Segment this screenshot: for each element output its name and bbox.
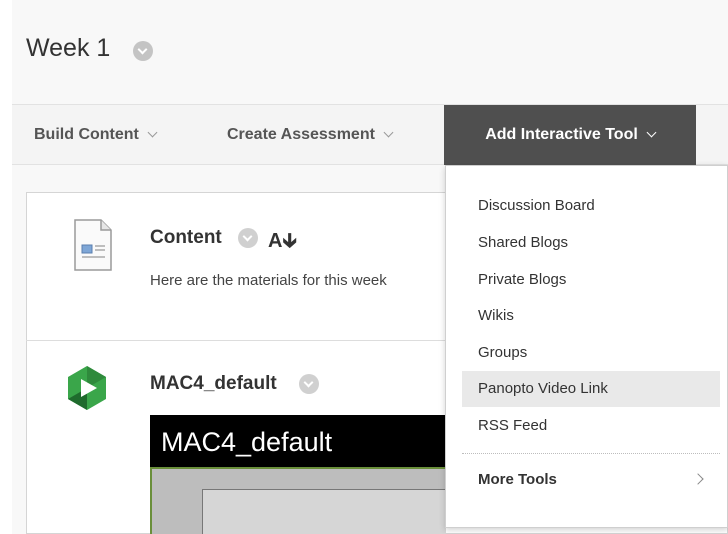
chevron-right-icon — [692, 473, 704, 485]
video-player-area[interactable] — [202, 489, 446, 534]
video-preview[interactable] — [150, 467, 446, 534]
menu-item-discussion-board[interactable]: Discussion Board — [462, 188, 720, 224]
sort-icon[interactable]: A🡳 — [268, 226, 297, 260]
document-icon — [74, 219, 112, 271]
add-interactive-tool-label: Add Interactive Tool — [485, 126, 638, 143]
item-options-chevron-icon[interactable] — [238, 228, 258, 248]
title-options-chevron-icon[interactable] — [133, 41, 153, 61]
create-assessment-menu[interactable]: Create Assessment — [227, 105, 394, 164]
menu-item-groups[interactable]: Groups — [462, 335, 720, 371]
content-item-description: Here are the materials for this week — [150, 272, 387, 289]
menu-item-wikis[interactable]: Wikis — [462, 298, 720, 334]
menu-item-rss-feed[interactable]: RSS Feed — [462, 408, 720, 444]
video-embed[interactable]: MAC4_default — [150, 415, 446, 534]
content-item-title[interactable]: MAC4_default — [150, 373, 277, 395]
video-embed-title: MAC4_default — [161, 427, 333, 457]
menu-item-private-blogs[interactable]: Private Blogs — [462, 262, 720, 298]
more-tools-label: More Tools — [478, 471, 557, 488]
item-options-chevron-icon[interactable] — [299, 374, 319, 394]
chevron-down-icon — [646, 127, 657, 138]
create-assessment-label: Create Assessment — [227, 126, 375, 143]
add-interactive-tool-menu[interactable]: Add Interactive Tool — [444, 105, 696, 165]
menu-separator — [462, 453, 720, 454]
build-content-menu[interactable]: Build Content — [34, 105, 158, 164]
item-divider — [26, 340, 446, 341]
add-interactive-tool-dropdown: Discussion Board Shared Blogs Private Bl… — [445, 165, 728, 528]
chevron-down-icon — [147, 127, 158, 138]
chevron-down-icon — [383, 127, 394, 138]
content-item-title[interactable]: Content — [150, 227, 222, 249]
panopto-icon — [68, 366, 106, 410]
page-header: Week 1 — [12, 0, 728, 104]
menu-item-more-tools[interactable]: More Tools — [462, 462, 720, 498]
page-title: Week 1 — [26, 34, 111, 62]
build-content-label: Build Content — [34, 126, 139, 143]
menu-item-panopto-video-link[interactable]: Panopto Video Link — [462, 371, 720, 407]
content-toolbar: Build Content Create Assessment Add Inte… — [12, 104, 728, 165]
menu-item-shared-blogs[interactable]: Shared Blogs — [462, 225, 720, 261]
